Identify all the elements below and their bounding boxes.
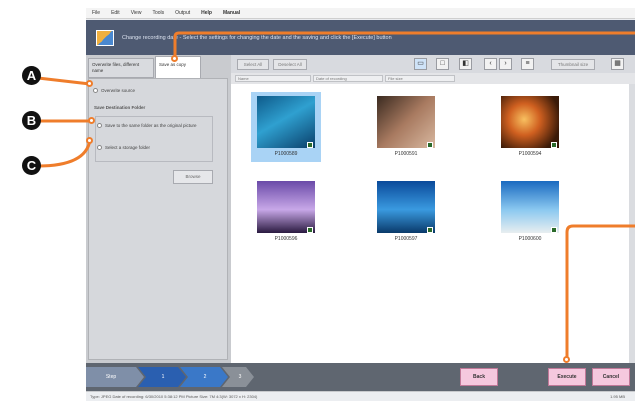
status-text: Type: JPEG Date of recording: 6/30/2010 …: [90, 394, 258, 399]
checked-icon: [427, 142, 433, 148]
view-toolbar: Select All Deselect All ▭ □ ◧ ‹ › ≡ Thum…: [231, 55, 635, 73]
grid-icon[interactable]: ▦: [611, 58, 624, 70]
callout-anchor: [88, 117, 95, 124]
photo-image: [377, 181, 435, 233]
menu-view[interactable]: View: [131, 10, 142, 16]
callout-a: A: [22, 66, 41, 85]
multi-select-icon[interactable]: ◧: [459, 58, 472, 70]
overwrite-label: Overwrite source: [101, 88, 136, 93]
step-1: 1: [161, 374, 165, 380]
window-title: Change recording date - Select the setti…: [122, 34, 392, 41]
thumbnail-caption: P1000600: [518, 236, 542, 242]
tab-save-as-copy[interactable]: Save as copy: [155, 56, 201, 78]
thumbnail-item[interactable]: P1000596: [251, 177, 321, 247]
action-bar: Step 1 2 3 Back Execute Cancel: [86, 363, 635, 391]
thumbnail-item[interactable]: P1000591: [371, 92, 441, 162]
browse-button[interactable]: Browse: [173, 170, 213, 184]
dest-folder-label: Save Destination Folder: [94, 105, 146, 110]
prev-icon[interactable]: ‹: [484, 58, 497, 70]
select-all-button[interactable]: Select All: [237, 59, 269, 70]
checked-icon: [427, 227, 433, 233]
checked-icon: [307, 227, 313, 233]
menu-file[interactable]: File: [92, 10, 100, 16]
status-size: 1.95 MB: [610, 394, 625, 399]
checked-icon: [551, 142, 557, 148]
vertical-scrollbar[interactable]: [629, 84, 635, 363]
photo-image: [501, 96, 559, 148]
col-name[interactable]: Name: [235, 75, 311, 82]
overwrite-radio[interactable]: [93, 88, 98, 93]
thumbnail-view-icon[interactable]: ▭: [414, 58, 427, 70]
thumbnail-caption: P1000596: [274, 236, 298, 242]
photo-image: [501, 181, 559, 233]
select-folder-label: Select a storage folder: [105, 145, 151, 150]
callout-b: B: [22, 111, 41, 130]
thumbnail-item[interactable]: P1000589: [251, 92, 321, 162]
next-icon[interactable]: ›: [499, 58, 512, 70]
photo-image: [257, 181, 315, 233]
settings-body: Overwrite source Save Destination Folder…: [88, 78, 228, 360]
thumbnail-caption: P1000589: [274, 151, 298, 157]
checked-icon: [551, 227, 557, 233]
title-bar: Change recording date - Select the setti…: [86, 20, 635, 55]
step-3: 3: [238, 374, 242, 380]
same-folder-label: Save to the same folder as the original …: [105, 123, 197, 128]
step-2: 2: [203, 374, 207, 380]
checked-icon: [307, 142, 313, 148]
callout-anchor: [86, 80, 93, 87]
thumbnail-caption: P1000591: [394, 151, 418, 157]
zoom-slider[interactable]: Thumbnail size: [551, 59, 595, 70]
menu-help[interactable]: Help: [201, 10, 212, 16]
tab-overwrite[interactable]: Overwrite files, different name: [88, 58, 154, 78]
col-date[interactable]: Date of recording: [313, 75, 383, 82]
menu-output[interactable]: Output: [175, 10, 190, 16]
same-folder-radio[interactable]: [97, 123, 102, 128]
execute-button[interactable]: Execute: [548, 368, 586, 386]
thumbnail-item[interactable]: P1000597: [371, 177, 441, 247]
single-view-icon[interactable]: □: [436, 58, 449, 70]
app-icon: [96, 29, 114, 46]
col-size[interactable]: File size: [385, 75, 455, 82]
callout-anchor: [86, 137, 93, 144]
callout-anchor: [171, 55, 178, 62]
back-button[interactable]: Back: [460, 368, 498, 386]
detail-view-icon[interactable]: ≡: [521, 58, 534, 70]
callout-anchor: [563, 356, 570, 363]
deselect-all-button[interactable]: Deselect All: [273, 59, 307, 70]
menu-manual[interactable]: Manual: [223, 10, 240, 16]
menu-bar: File Edit View Tools Output Help Manual: [86, 8, 635, 19]
cancel-button[interactable]: Cancel: [592, 368, 630, 386]
thumbnail-item[interactable]: P1000600: [495, 177, 565, 247]
step-label: Step: [105, 374, 117, 380]
photo-image: [257, 96, 315, 148]
settings-panel: Overwrite files, different name Save as …: [86, 55, 231, 363]
thumbnail-caption: P1000597: [394, 236, 418, 242]
callout-c: C: [22, 156, 41, 175]
thumbnail-grid: P1000589 P1000591 P1000594 P1000596 P100…: [231, 84, 629, 363]
photo-image: [377, 96, 435, 148]
thumbnail-caption: P1000594: [518, 151, 542, 157]
menu-edit[interactable]: Edit: [111, 10, 120, 16]
thumbnail-item[interactable]: P1000594: [495, 92, 565, 162]
app-window: File Edit View Tools Output Help Manual …: [86, 8, 635, 401]
menu-tools[interactable]: Tools: [152, 10, 164, 16]
select-folder-radio[interactable]: [97, 145, 102, 150]
